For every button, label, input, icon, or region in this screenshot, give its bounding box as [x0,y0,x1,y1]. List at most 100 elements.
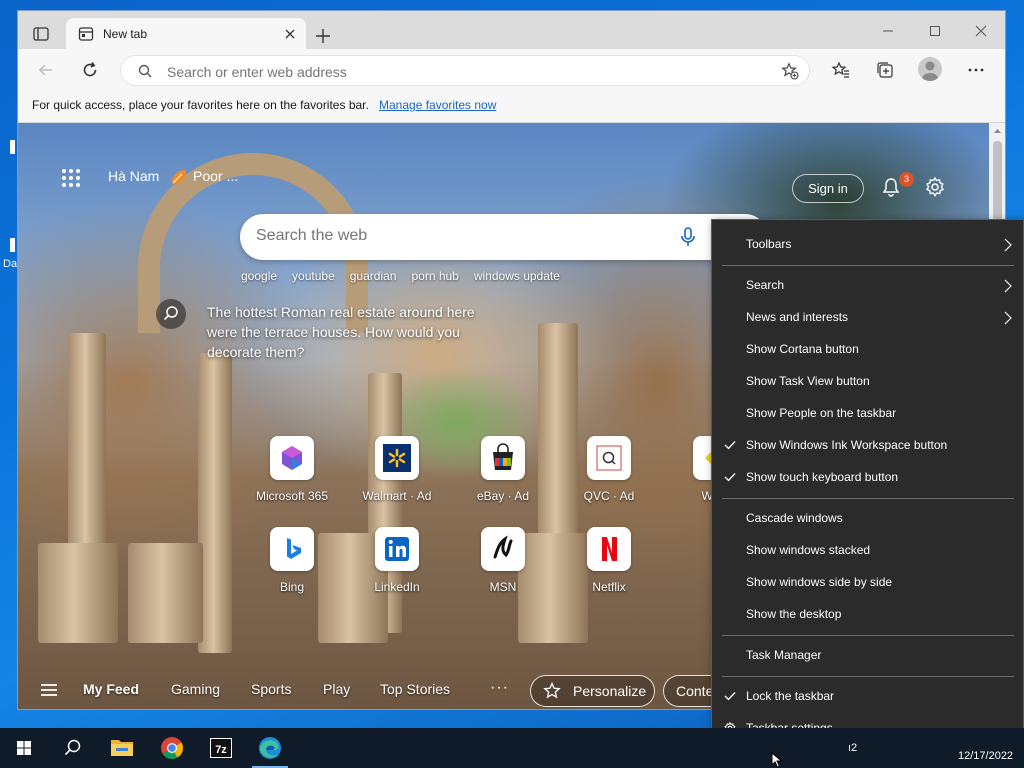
tray-overflow-fragment[interactable]: ı2 [848,742,857,754]
notification-count-badge: 3 [899,172,914,187]
tile-label: MSN [489,580,517,594]
feed-tab-top-stories[interactable]: Top Stories [380,681,450,697]
mouse-cursor-icon [771,752,783,768]
feed-tab-play[interactable]: Play [323,681,350,697]
quick-link-tile[interactable]: Microsoft 365 [242,436,342,516]
quick-link-tile[interactable]: LinkedIn [347,527,447,607]
manage-favorites-link[interactable]: Manage favorites now [379,98,496,112]
menu-item-lock-taskbar[interactable]: Lock the taskbar [712,681,1023,711]
address-bar[interactable] [120,55,810,86]
tile-label: QVC · Ad [583,489,635,503]
qvc-icon [587,436,631,480]
personalize-button[interactable]: Personalize [530,675,655,707]
address-input[interactable] [167,64,767,80]
menu-item-show-desktop[interactable]: Show the desktop [712,599,1023,629]
7zip-icon[interactable]: 7z [197,728,245,768]
image-info-search-icon[interactable] [156,299,186,329]
weather-location[interactable]: Hà Nam [108,168,159,184]
sign-in-button[interactable]: Sign in [792,174,864,203]
favorites-bar-message: For quick access, place your favorites h… [32,98,369,112]
file-explorer-icon[interactable] [98,728,146,768]
msn-icon [481,527,525,571]
refresh-icon[interactable] [80,60,100,80]
new-tab-plus-icon[interactable] [313,26,333,46]
background-pedestal [128,543,203,643]
menu-item-toolbars[interactable]: Toolbars [712,229,1023,259]
checkmark-icon [724,690,736,702]
menu-item-task-manager[interactable]: Task Manager [712,640,1023,670]
favorites-icon[interactable] [831,60,851,80]
menu-separator [722,265,1014,266]
tab-actions-icon[interactable] [32,25,50,43]
close-window-icon[interactable] [973,23,989,39]
tile-label: eBay · Ad [476,489,530,503]
web-search-box[interactable] [240,214,768,260]
add-favorite-icon[interactable] [781,62,799,80]
netflix-icon [587,527,631,571]
trending-link[interactable]: windows update [474,269,560,283]
app-launcher-icon[interactable] [61,168,81,188]
edge-icon[interactable] [246,728,294,768]
trending-link[interactable]: guardian [350,269,397,283]
bing-icon [270,527,314,571]
quick-link-tile[interactable]: Walmart · Ad [347,436,447,516]
close-tab-icon[interactable] [282,26,298,42]
tab-new-tab[interactable]: New tab [66,18,306,49]
weather-condition[interactable]: Poor ... [193,168,238,184]
back-arrow-icon[interactable] [36,60,56,80]
chrome-icon[interactable] [148,728,196,768]
quick-link-tile[interactable]: MSN [453,527,553,607]
menu-item-show-touch-keyboard[interactable]: Show touch keyboard button [712,462,1023,492]
feed-more-icon[interactable]: ··· [490,679,509,697]
linkedin-icon [375,527,419,571]
trending-link[interactable]: porn hub [411,269,458,283]
menu-item-show-windows-stacked[interactable]: Show windows stacked [712,535,1023,565]
new-tab-page-icon [78,26,94,42]
feed-tab-my-feed[interactable]: My Feed [83,681,139,697]
menu-item-show-ink-workspace[interactable]: Show Windows Ink Workspace button [712,430,1023,460]
menu-item-show-cortana[interactable]: Show Cortana button [712,334,1023,364]
svg-text:7z: 7z [215,744,227,756]
search-icon[interactable] [48,728,96,768]
menu-item-cascade-windows[interactable]: Cascade windows [712,503,1023,533]
desktop-icon-label[interactable]: Da [3,258,17,270]
menu-item-search[interactable]: Search [712,270,1023,300]
feed-tab-sports[interactable]: Sports [251,681,291,697]
air-quality-icon [169,167,189,187]
profile-avatar[interactable] [918,57,942,81]
clock-date[interactable]: 12/17/2022 [958,750,1013,762]
web-search-input[interactable] [256,227,656,245]
quick-link-tile[interactable]: eBay · Ad [453,436,553,516]
menu-item-show-windows-side-by-side[interactable]: Show windows side by side [712,567,1023,597]
quick-link-tile[interactable]: Netflix [559,527,659,607]
desktop-icon-fragment[interactable] [10,140,15,154]
microsoft-365-icon [270,436,314,480]
menu-item-show-task-view[interactable]: Show Task View button [712,366,1023,396]
scrollbar-thumb[interactable] [993,141,1002,221]
trending-link[interactable]: youtube [292,269,335,283]
maximize-icon[interactable] [927,23,943,39]
walmart-icon [375,436,419,480]
quick-link-tile[interactable]: Bing [242,527,342,607]
quick-link-tile[interactable]: QVC · Ad [559,436,659,516]
tile-label: Netflix [592,580,626,594]
page-settings-gear-icon[interactable] [924,176,946,198]
menu-item-news-and-interests[interactable]: News and interests [712,302,1023,332]
minimize-icon[interactable] [880,23,896,39]
start-icon[interactable] [0,728,48,768]
collections-icon[interactable] [875,60,895,80]
feed-tab-gaming[interactable]: Gaming [171,681,220,697]
browser-toolbar [18,49,1005,91]
scroll-up-icon[interactable] [993,127,1002,135]
ebay-icon [481,436,525,480]
tile-label: LinkedIn [374,580,420,594]
menu-item-show-people[interactable]: Show People on the taskbar [712,398,1023,428]
trending-link[interactable]: google [241,269,277,283]
microphone-icon[interactable] [677,226,699,248]
more-options-icon[interactable] [966,60,986,80]
image-caption[interactable]: The hottest Roman real estate around her… [207,302,477,362]
menu-hamburger-icon[interactable] [40,683,58,697]
checkmark-icon [724,439,736,451]
tile-label: Bing [279,580,305,594]
desktop-icon-fragment[interactable] [10,238,15,252]
